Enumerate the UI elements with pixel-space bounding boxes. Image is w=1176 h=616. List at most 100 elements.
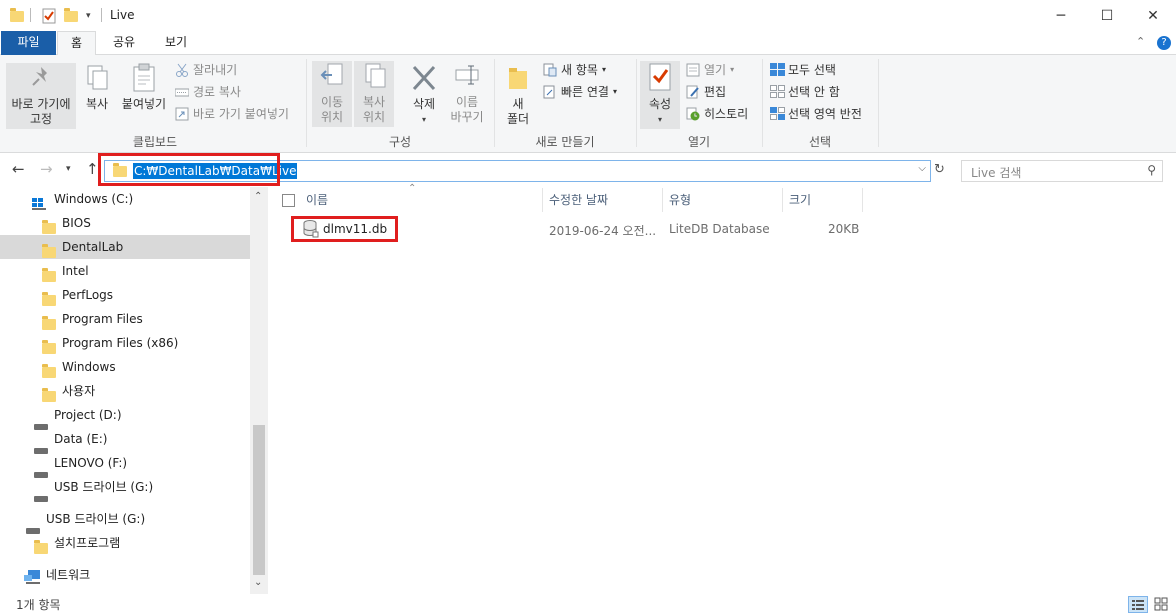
column-header-name[interactable]: 이름 [306,187,328,213]
paste-shortcut-label: 바로 가기 붙여넣기 [193,107,289,121]
nav-item-data-drive[interactable]: Data (E:) [0,427,250,454]
nav-label: USB 드라이브 (G:) [46,512,146,526]
group-label-open: 열기 [687,135,711,149]
easy-access-button[interactable]: 빠른 연결 ▾ [543,82,617,102]
nav-item-windows-drive[interactable]: Windows (C:) [0,187,250,211]
select-none-button[interactable]: 선택 안 함 [770,82,840,102]
move-to-button[interactable]: 이동 위치 [312,61,352,127]
maximize-button[interactable]: ☐ [1084,0,1130,32]
tab-share[interactable]: 공유 [100,31,148,55]
open-dropdown-icon: ▾ [730,65,735,74]
tab-home[interactable]: 홈 [57,31,96,56]
column-header-size[interactable]: 크기 [789,187,811,213]
scroll-down-icon[interactable]: ⌄ [254,577,262,588]
pin-quick-access-button[interactable]: 바로 가기에 고정 [6,63,76,129]
up-arrow-icon[interactable]: ↑ [86,160,99,178]
copy-label: 복사 [85,97,109,111]
properties-label: 속성 [648,97,672,111]
large-icons-view-icon[interactable] [1152,596,1172,613]
move-to-icon [318,61,346,91]
delete-x-icon [410,63,438,93]
nav-scrollbar[interactable]: ⌃ ⌄ [250,187,268,595]
copy-button[interactable]: 복사 [80,63,114,112]
rename-button[interactable]: 이름 바꾸기 [446,61,488,127]
nav-item-users[interactable]: 사용자 [0,379,250,403]
copy-path-button[interactable]: 경로 복사 [174,82,241,102]
invert-selection-button[interactable]: 선택 영역 반전 [770,104,862,124]
nav-item-intel[interactable]: Intel [0,259,250,283]
group-label-new: 새로 만들기 [535,135,595,149]
address-dropdown-icon[interactable]: ⌵ [918,163,926,174]
nav-item-program-files-x86[interactable]: Program Files (x86) [0,331,250,355]
column-divider[interactable] [662,188,663,212]
highlight-box-file [291,216,398,242]
status-bar: 1개 항목 [0,594,1176,616]
search-input[interactable]: Live 검색 ⚲ [961,160,1163,182]
navigation-pane: Windows (C:) BIOS DentalLab Intel PerfLo… [0,187,268,595]
tab-file[interactable]: 파일 [1,31,56,55]
close-button[interactable]: ✕ [1130,0,1176,32]
nav-item-usb-drive-root[interactable]: USB 드라이브 (G:) [0,507,250,534]
cut-button[interactable]: 잘라내기 [175,60,237,80]
folder-icon [10,7,24,25]
nav-item-usb-drive[interactable]: USB 드라이브 (G:) [0,475,250,502]
group-label-select: 선택 [808,135,832,149]
properties-button[interactable]: 속성 ▾ [640,61,680,129]
edit-button[interactable]: 편집 [686,82,726,102]
collapse-ribbon-icon[interactable]: ⌃ [1136,35,1145,48]
divider [101,8,102,22]
column-divider[interactable] [862,188,863,212]
new-folder-quick-icon[interactable] [64,7,78,25]
network-icon [24,568,42,592]
column-divider[interactable] [782,188,783,212]
nav-item-dentallab[interactable]: DentalLab [0,235,250,259]
nav-item-windows-folder[interactable]: Windows [0,355,250,379]
minimize-button[interactable]: ─ [1038,0,1084,32]
nav-label: Windows (C:) [54,192,134,206]
help-icon[interactable]: ? [1157,36,1171,50]
scroll-up-icon[interactable]: ⌃ [254,191,262,202]
paste-button[interactable]: 붙여넣기 [118,63,170,112]
new-folder-button[interactable]: 새 폴더 [500,63,536,127]
open-button[interactable]: 열기 ▾ [686,60,734,80]
nav-item-installers[interactable]: 설치프로그램 [0,531,250,555]
column-header-modified[interactable]: 수정한 날짜 [549,187,608,213]
forward-arrow-icon[interactable]: → [40,160,53,178]
edit-icon [686,85,700,99]
delete-dropdown-icon[interactable]: ▾ [404,112,444,127]
properties-quick-icon[interactable] [41,7,57,25]
search-icon[interactable]: ⚲ [1147,163,1156,177]
open-icon [686,63,700,77]
tab-view[interactable]: 보기 [152,31,200,55]
nav-item-network[interactable]: 네트워크 [0,563,250,587]
nav-item-perflogs[interactable]: PerfLogs [0,283,250,307]
nav-item-project-drive[interactable]: Project (D:) [0,403,250,430]
back-arrow-icon[interactable]: ← [12,160,25,178]
details-view-icon[interactable] [1128,596,1148,613]
nav-item-bios[interactable]: BIOS [0,211,250,235]
nav-item-program-files[interactable]: Program Files [0,307,250,331]
paste-shortcut-button[interactable]: 바로 가기 붙여넣기 [175,104,289,124]
customize-quick-access-icon[interactable]: ▾ [86,7,91,25]
scroll-thumb[interactable] [253,425,265,575]
pin-label: 바로 가기에 고정 [11,97,71,126]
new-item-button[interactable]: 새 항목 ▾ [543,60,606,80]
copy-to-button[interactable]: 복사 위치 [354,61,394,127]
copy-to-label: 복사 위치 [362,95,386,124]
nav-label: Program Files (x86) [62,336,179,350]
properties-dropdown-icon[interactable]: ▾ [640,112,680,127]
explorer-window: ▾ Live ─ ☐ ✕ 파일 홈 공유 보기 ⌃ ? 바로 가기에 고정 복사 [0,0,1176,616]
address-row: ← → ▾ ↑ C:₩DentalLab₩Data₩Live ⌵ ↻ Live … [0,153,1176,186]
nav-item-lenovo-drive[interactable]: LENOVO (F:) [0,451,250,478]
history-label: 히스토리 [704,107,749,121]
delete-button[interactable]: 삭제 ▾ [404,63,444,127]
refresh-icon[interactable]: ↻ [934,162,945,177]
column-divider[interactable] [542,188,543,212]
select-all-button[interactable]: 모두 선택 [770,60,836,80]
file-size: 20KB [828,222,860,236]
column-header-type[interactable]: 유형 [669,187,691,213]
history-button[interactable]: 히스토리 [686,104,748,124]
recent-locations-chevron-icon[interactable]: ▾ [66,164,71,174]
select-none-label: 선택 안 함 [788,85,840,99]
select-all-checkbox[interactable] [282,194,295,207]
